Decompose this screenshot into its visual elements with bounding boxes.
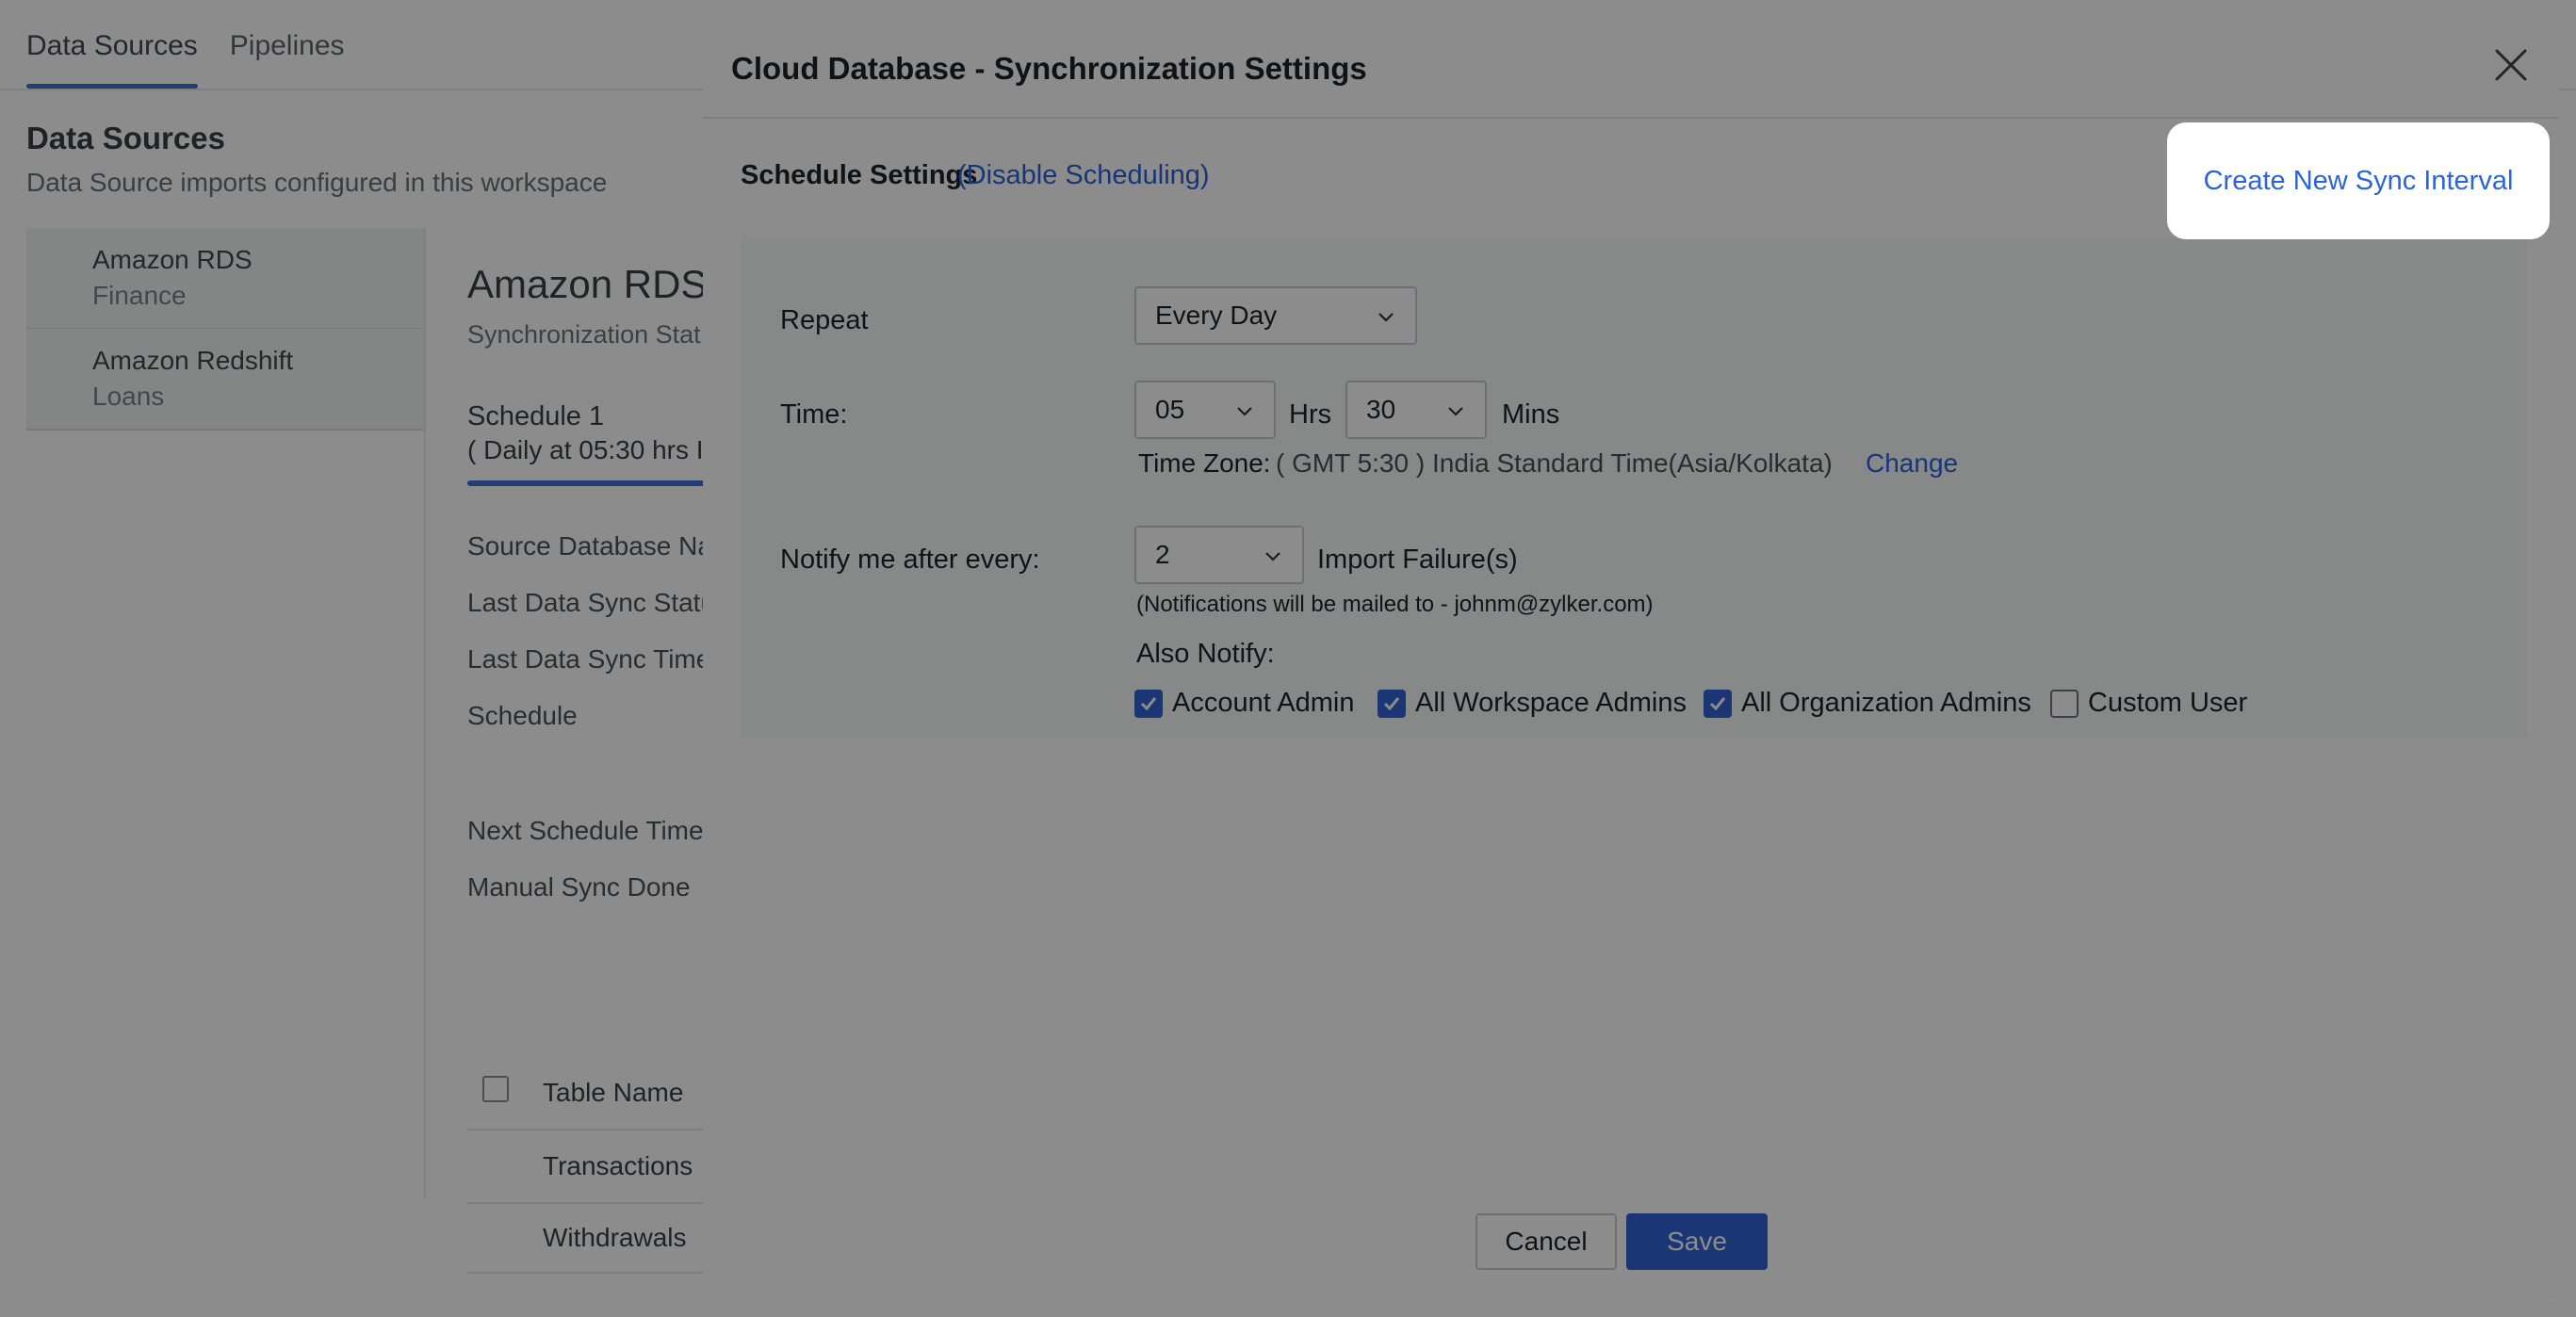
- create-new-sync-interval-link[interactable]: Create New Sync Interval: [2204, 166, 2514, 197]
- create-interval-highlight: Create New Sync Interval: [2167, 122, 2550, 239]
